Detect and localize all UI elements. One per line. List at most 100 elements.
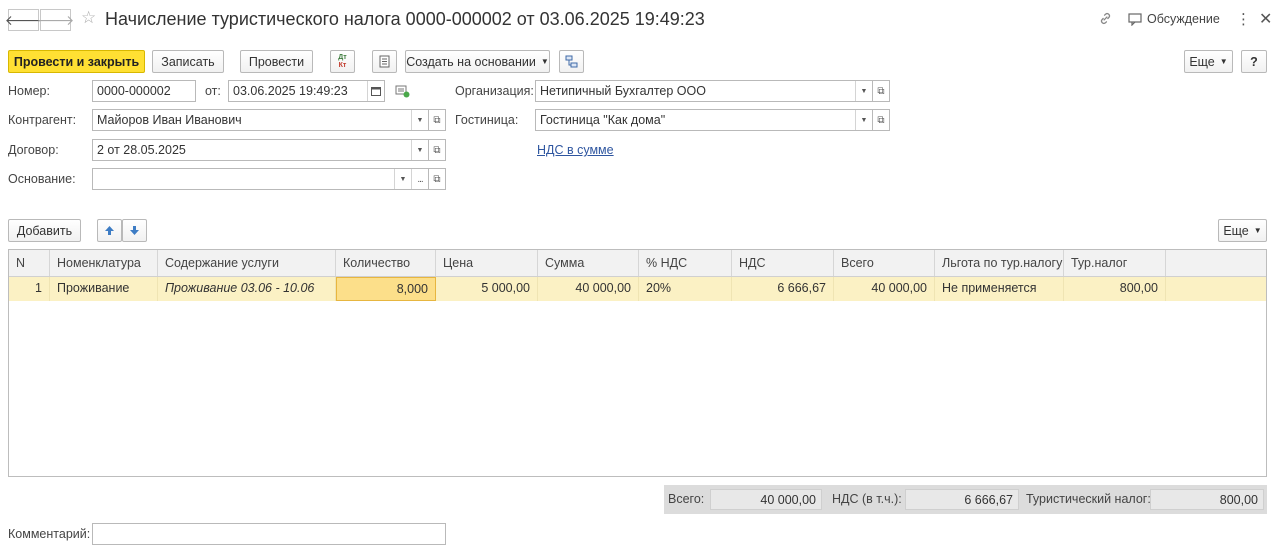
page-title: Начисление туристического налога 0000-00… (105, 9, 705, 29)
column-header[interactable]: Льгота по тур.налогу (935, 250, 1064, 276)
help-button[interactable]: ? (1241, 50, 1267, 73)
ellipsis-icon[interactable]: ... (411, 169, 428, 189)
column-header[interactable]: N (9, 250, 50, 276)
open-icon[interactable]: ⧉ (873, 80, 890, 102)
column-header[interactable]: Цена (436, 250, 538, 276)
contract-field[interactable]: 2 от 28.05.2025 ▼ (92, 139, 429, 161)
calendar-icon[interactable] (367, 81, 384, 101)
column-header[interactable]: НДС (732, 250, 834, 276)
move-up-button[interactable] (97, 219, 122, 242)
sum-cell[interactable]: 40 000,00 (538, 277, 639, 301)
back-button[interactable]: 🡐 (5, 9, 42, 31)
column-header[interactable]: % НДС (639, 250, 732, 276)
chevron-down-icon[interactable]: ▼ (394, 169, 411, 189)
date-value: 03.06.2025 19:49:23 (233, 84, 348, 98)
total-cell[interactable]: 40 000,00 (834, 277, 935, 301)
chevron-down-icon[interactable]: ▼ (411, 110, 428, 130)
open-icon[interactable]: ⧉ (429, 168, 446, 190)
vat-cell[interactable]: 6 666,67 (732, 277, 834, 301)
comment-label: Комментарий: (8, 527, 91, 541)
post-and-close-button[interactable]: Провести и закрыть (8, 50, 145, 73)
basis-value (93, 169, 394, 189)
chevron-down-icon[interactable]: ▼ (855, 110, 872, 130)
hotel-field[interactable]: Гостиница "Как дома" ▼ (535, 109, 873, 131)
column-header[interactable]: Содержание услуги (158, 250, 336, 276)
save-button[interactable]: Записать (152, 50, 224, 73)
tourist-tax-value: 800,00 (1150, 489, 1264, 510)
more-button[interactable]: Еще ▼ (1184, 50, 1233, 73)
price-cell[interactable]: 5 000,00 (436, 277, 538, 301)
document-list-icon (379, 55, 390, 68)
chevron-down-icon: ▼ (1253, 226, 1262, 235)
organization-field[interactable]: Нетипичный Бухгалтер ООО ▼ (535, 80, 873, 102)
number-value: 0000-000002 (97, 84, 171, 98)
report-button[interactable] (372, 50, 397, 73)
counterparty-value: Майоров Иван Иванович (97, 113, 242, 127)
chevron-down-icon[interactable]: ▼ (855, 81, 872, 101)
add-row-button[interactable]: Добавить (8, 219, 81, 242)
counterparty-field[interactable]: Майоров Иван Иванович ▼ (92, 109, 429, 131)
hierarchy-icon (565, 55, 578, 68)
close-icon[interactable]: ✕ (1259, 9, 1272, 29)
hotel-label: Гостиница: (455, 113, 519, 127)
create-based-on-label: Создать на основании (406, 54, 536, 69)
post-button[interactable]: Провести (240, 50, 313, 73)
tourist-tax-label: Туристический налог: (1026, 492, 1151, 506)
dt-icon-label: Дт (338, 53, 347, 61)
column-header[interactable]: Номенклатура (50, 250, 158, 276)
create-based-on-button[interactable]: Создать на основании ▼ (405, 50, 550, 73)
services-table[interactable]: N Номенклатура Содержание услуги Количес… (8, 249, 1267, 477)
column-header[interactable]: Количество (336, 250, 436, 276)
vat-rate-cell[interactable]: 20% (639, 277, 732, 301)
link-icon[interactable] (1098, 11, 1113, 29)
table-more-label: Еще (1223, 223, 1249, 238)
table-more-button[interactable]: Еще ▼ (1218, 219, 1267, 242)
vat-in-sum-link[interactable]: НДС в сумме (537, 143, 614, 157)
column-header[interactable]: Всего (834, 250, 935, 276)
move-down-button[interactable] (122, 219, 147, 242)
organization-value: Нетипичный Бухгалтер ООО (540, 84, 706, 98)
open-icon[interactable]: ⧉ (429, 139, 446, 161)
comment-value (93, 524, 445, 544)
vat-total-label: НДС (в т.ч.): (832, 492, 902, 506)
open-icon[interactable]: ⧉ (873, 109, 890, 131)
contract-value: 2 от 28.05.2025 (97, 143, 186, 157)
number-label: Номер: (8, 84, 50, 98)
structure-button[interactable] (559, 50, 584, 73)
arrow-right-icon: 🡒 (36, 11, 75, 28)
number-field[interactable]: 0000-000002 (92, 80, 196, 102)
totals-panel: Всего: 40 000,00 НДС (в т.ч.): 6 666,67 … (664, 485, 1267, 514)
total-value: 40 000,00 (710, 489, 822, 510)
row-number-cell: 1 (9, 277, 50, 301)
chevron-down-icon: ▼ (1219, 57, 1228, 66)
date-field[interactable]: 03.06.2025 19:49:23 (228, 80, 385, 102)
open-icon[interactable]: ⧉ (429, 109, 446, 131)
favorite-star-icon[interactable]: ☆ (81, 8, 96, 28)
column-header[interactable]: Сумма (538, 250, 639, 276)
service-content-cell[interactable]: Проживание 03.06 - 10.06 (158, 277, 336, 301)
counterparty-label: Контрагент: (8, 113, 77, 127)
number-settings-icon[interactable] (395, 85, 410, 101)
discussion-button[interactable]: Обсуждение (1128, 12, 1220, 26)
chevron-down-icon[interactable]: ▼ (411, 140, 428, 160)
more-vertical-icon[interactable]: ⋮ (1236, 10, 1251, 28)
basis-field[interactable]: ▼ ... (92, 168, 429, 190)
quantity-cell[interactable]: 8,000 (336, 277, 436, 301)
basis-label: Основание: (8, 172, 76, 186)
tourist-tax-cell[interactable]: 800,00 (1064, 277, 1166, 301)
arrow-down-icon (130, 226, 139, 235)
more-label: Еще (1189, 54, 1215, 69)
discussion-label: Обсуждение (1147, 12, 1220, 26)
column-header[interactable]: Тур.налог (1064, 250, 1166, 276)
date-label: от: (205, 84, 221, 98)
comment-field[interactable] (92, 523, 446, 545)
tax-benefit-cell[interactable]: Не применяется (935, 277, 1064, 301)
hotel-value: Гостиница "Как дома" (540, 113, 666, 127)
chevron-down-icon: ▼ (540, 57, 549, 66)
forward-button[interactable]: 🡒 (37, 9, 74, 31)
table-row[interactable]: 1 Проживание Проживание 03.06 - 10.06 8,… (9, 277, 1266, 301)
kt-icon-label: Кт (338, 61, 347, 69)
arrow-up-icon (105, 226, 114, 235)
nomenclature-cell[interactable]: Проживание (50, 277, 158, 301)
dt-kt-button[interactable]: Дт Кт (330, 50, 355, 73)
